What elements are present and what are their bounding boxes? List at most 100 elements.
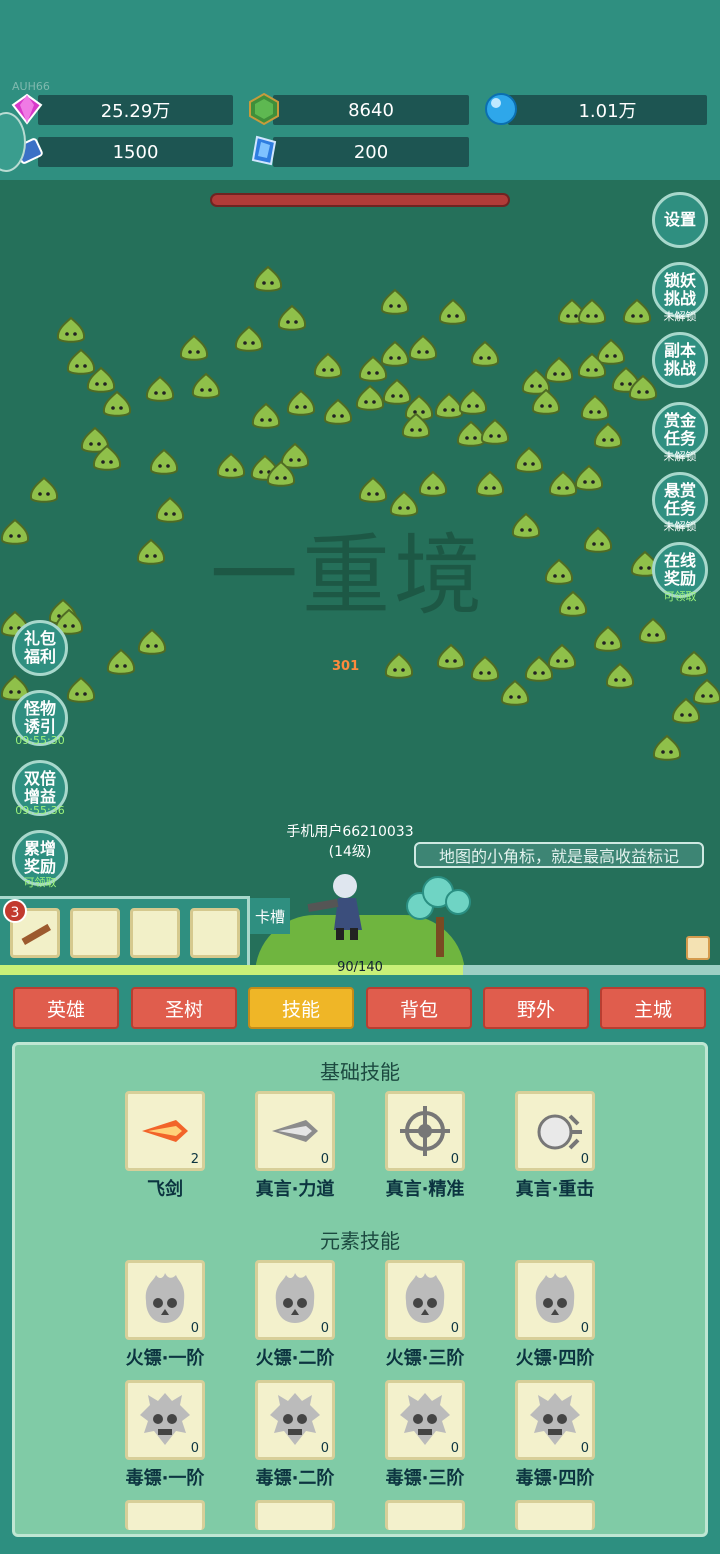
slime-monster-icon [355, 384, 385, 411]
slime-monster-icon [547, 643, 577, 670]
slime-monster-icon [544, 558, 574, 585]
stage-watermark: 一重境 [210, 524, 487, 627]
skill-card[interactable]: 0 [125, 1260, 205, 1340]
slot-count-badge: 3 [3, 899, 27, 923]
slime-monster-icon [323, 398, 353, 425]
slime-monster-icon [475, 470, 505, 497]
skill-card[interactable]: 0 [515, 1260, 595, 1340]
skill-name: 毒镖·四阶 [515, 1468, 595, 1489]
slime-monster-icon [408, 334, 438, 361]
slime-monster-icon [458, 388, 488, 415]
slime-monster-icon [577, 298, 607, 325]
tab-hero[interactable]: 英雄 [13, 987, 119, 1029]
skill-level: 0 [450, 1152, 459, 1167]
skill-slot-3[interactable] [130, 908, 180, 958]
player-level: (14级) [328, 844, 372, 860]
slime-monster-icon [92, 444, 122, 471]
slime-monster-icon [266, 460, 296, 487]
hero-character-icon [307, 874, 362, 940]
slime-monster-icon [313, 352, 343, 379]
skill-card[interactable]: 0 [385, 1260, 465, 1340]
card-slot-button[interactable]: 卡槽 [250, 898, 290, 934]
slime-monster-icon [438, 298, 468, 325]
gift-pack-label: 礼包福利 [23, 629, 56, 666]
slime-monster-icon [380, 288, 410, 315]
skill-card-partial[interactable] [385, 1500, 465, 1530]
scroll-counter: 1500 [38, 137, 233, 167]
skill-slot-2[interactable] [70, 908, 120, 958]
skill-card[interactable]: 0 [515, 1091, 595, 1171]
slime-monster-icon [253, 265, 283, 292]
slime-monster-icon [137, 628, 167, 655]
skill-name: 真言·重击 [515, 1179, 595, 1200]
tab-sacred-tree[interactable]: 圣树 [131, 987, 237, 1029]
skill-card[interactable]: 0 [255, 1091, 335, 1171]
skill-card[interactable]: 0 [385, 1091, 465, 1171]
slime-monster-icon [66, 676, 96, 703]
slime-monster-icon [574, 464, 604, 491]
slime-monster-icon [106, 648, 136, 675]
xp-text: 90/140 [337, 960, 383, 975]
dungeon-challenge-button[interactable]: 副本挑战 [652, 332, 708, 388]
crystal-counter: 200 [273, 137, 469, 167]
tab-skills[interactable]: 技能 [248, 987, 354, 1029]
orb-counter: 1.01万 [508, 95, 707, 125]
skill-card[interactable]: 2 [125, 1091, 205, 1171]
skill-card[interactable]: 0 [515, 1380, 595, 1460]
slime-monster-icon [531, 388, 561, 415]
damage-number: 301 [332, 659, 360, 674]
skill-slot-4[interactable] [190, 908, 240, 958]
skill-card-partial[interactable] [125, 1500, 205, 1530]
reward-task-label: 悬赏任务 [663, 481, 696, 518]
skill-level: 0 [320, 1152, 329, 1167]
slime-monster-icon [216, 452, 246, 479]
slime-monster-icon [652, 734, 682, 761]
slime-monster-icon [136, 538, 166, 565]
skill-level: 0 [580, 1321, 589, 1336]
poison-skull-icon [400, 1393, 450, 1445]
dungeon-challenge-label: 副本挑战 [663, 341, 696, 378]
cumulative-reward-status: 可领取 [23, 876, 57, 889]
slime-monster-icon [679, 650, 709, 677]
gift-pack-button[interactable]: 礼包福利 [12, 620, 68, 676]
arrow-icon [272, 1120, 318, 1142]
tab-backpack[interactable]: 背包 [366, 987, 472, 1029]
slime-monster-icon [638, 617, 668, 644]
slime-monster-icon [583, 526, 613, 553]
skill-level: 0 [190, 1441, 199, 1456]
slime-monster-icon [384, 652, 414, 679]
double-buff-label: 双倍增益 [23, 769, 56, 806]
wooden-sword-icon [21, 923, 51, 945]
fire-skull-icon [275, 1273, 315, 1323]
bounty-task-status: 未解锁 [663, 450, 697, 463]
crosshair-icon [400, 1106, 450, 1156]
slime-monster-icon [436, 643, 466, 670]
slime-monster-icon [234, 325, 264, 352]
skill-card-partial[interactable] [255, 1500, 335, 1530]
player-name: 手机用户66210033 [286, 824, 414, 840]
skill-card[interactable]: 0 [385, 1380, 465, 1460]
slime-monster-icon [548, 470, 578, 497]
skill-level: 0 [580, 1152, 589, 1167]
slime-monster-icon [191, 372, 221, 399]
slime-monster-icon [628, 374, 658, 401]
skill-level: 0 [580, 1441, 589, 1456]
poison-skull-icon [530, 1393, 580, 1445]
slime-monster-icon [470, 655, 500, 682]
slime-monster-icon [577, 352, 607, 379]
tab-wild[interactable]: 野外 [483, 987, 589, 1029]
skill-card-partial[interactable] [515, 1500, 595, 1530]
fire-skull-icon [535, 1273, 575, 1323]
skill-card[interactable]: 0 [125, 1380, 205, 1460]
slime-monster-icon [470, 340, 500, 367]
skill-card[interactable]: 0 [255, 1260, 335, 1340]
hint-bubble: 地图的小角标，就是最高收益标记 [414, 842, 704, 868]
skill-card[interactable]: 0 [255, 1380, 335, 1460]
poison-skull-icon [270, 1393, 320, 1445]
element-skills-title: 元素技能 [320, 1229, 400, 1253]
slime-monster-icon [29, 476, 59, 503]
slime-monster-icon [155, 496, 185, 523]
book-icon[interactable] [686, 936, 710, 960]
settings-button[interactable]: 设置 [652, 192, 708, 248]
tab-main-city[interactable]: 主城 [600, 987, 706, 1029]
